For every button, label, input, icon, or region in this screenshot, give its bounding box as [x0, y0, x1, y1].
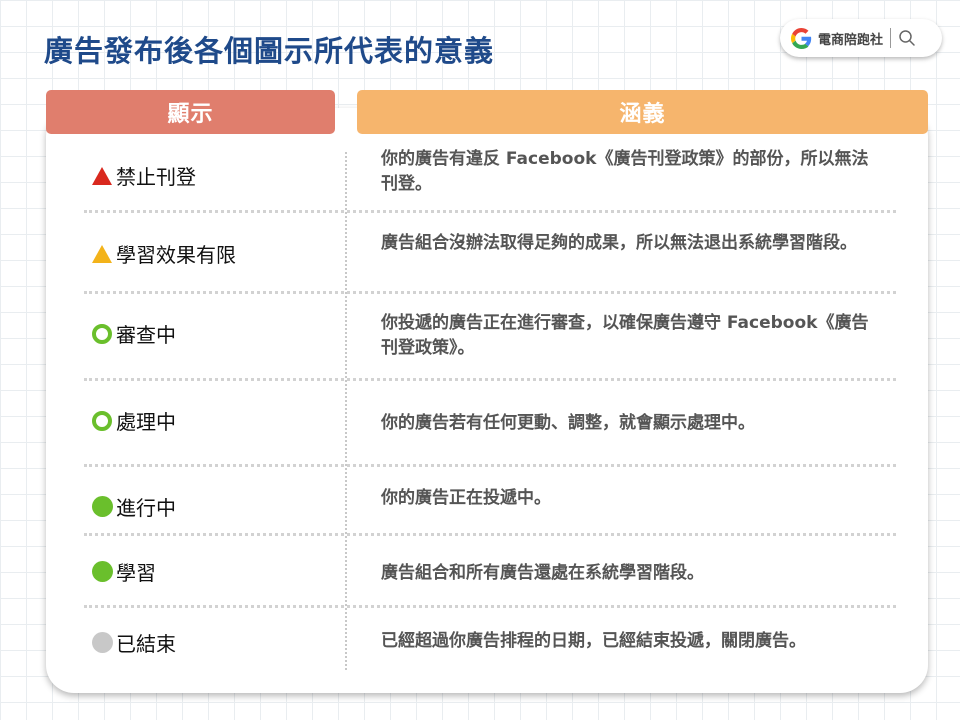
- status-row-banned: 禁止刊登: [91, 161, 196, 190]
- divider: [890, 28, 892, 48]
- status-row-learning: 學習: [91, 557, 156, 586]
- row-divider: [84, 378, 896, 381]
- status-row-limited-learning: 學習效果有限: [91, 239, 236, 268]
- meaning-text: 你的廣告有違反 Facebook《廣告刊登政策》的部份，所以無法刊登。: [381, 149, 869, 194]
- green-dot-icon: [91, 496, 113, 518]
- status-row-completed: 已結束: [91, 628, 176, 657]
- status-label: 處理中: [116, 410, 176, 434]
- yellow-triangle-icon: [91, 243, 113, 265]
- meaning-text: 已經超過你廣告排程的日期，已經結束投遞，關閉廣告。: [381, 631, 806, 651]
- status-row-processing: 處理中: [91, 406, 176, 435]
- row-divider: [84, 533, 896, 536]
- row-divider: [84, 210, 896, 213]
- header-display: 顯示: [46, 90, 335, 134]
- status-label: 學習效果有限: [116, 243, 236, 267]
- brand-name: 電商陪跑社: [818, 32, 884, 48]
- green-dot-icon: [91, 561, 113, 583]
- status-label: 已結束: [116, 632, 176, 656]
- brand-search-pill[interactable]: 電商陪跑社: [780, 19, 942, 57]
- row-divider: [84, 291, 896, 294]
- red-triangle-icon: [91, 165, 113, 187]
- meaning-text: 廣告組合沒辦法取得足夠的成果，所以無法退出系統學習階段。: [381, 233, 857, 253]
- status-row-active: 進行中: [91, 492, 176, 521]
- meaning-text: 你的廣告若有任何更動、調整，就會顯示處理中。: [381, 413, 755, 433]
- meaning-text: 廣告組合和所有廣告還處在系統學習階段。: [381, 563, 704, 583]
- row-divider: [84, 605, 896, 608]
- meaning-text: 你投遞的廣告正在進行審查，以確保廣告遵守 Facebook《廣告刊登政策》。: [381, 313, 869, 358]
- google-g-icon: [790, 27, 812, 49]
- green-ring-icon: [91, 323, 113, 345]
- green-ring-icon: [91, 410, 113, 432]
- header-meaning: 涵義: [357, 90, 928, 134]
- gray-dot-icon: [91, 632, 113, 654]
- status-label: 禁止刊登: [116, 165, 196, 189]
- search-icon[interactable]: [897, 28, 917, 48]
- status-row-in-review: 審查中: [91, 319, 176, 348]
- status-label: 審查中: [116, 323, 176, 347]
- column-divider: [345, 152, 347, 670]
- row-divider: [84, 464, 896, 467]
- status-label: 學習: [116, 561, 156, 585]
- page-title: 廣告發布後各個圖示所代表的意義: [44, 34, 495, 68]
- status-label: 進行中: [116, 496, 176, 520]
- meaning-text: 你的廣告正在投遞中。: [381, 488, 551, 508]
